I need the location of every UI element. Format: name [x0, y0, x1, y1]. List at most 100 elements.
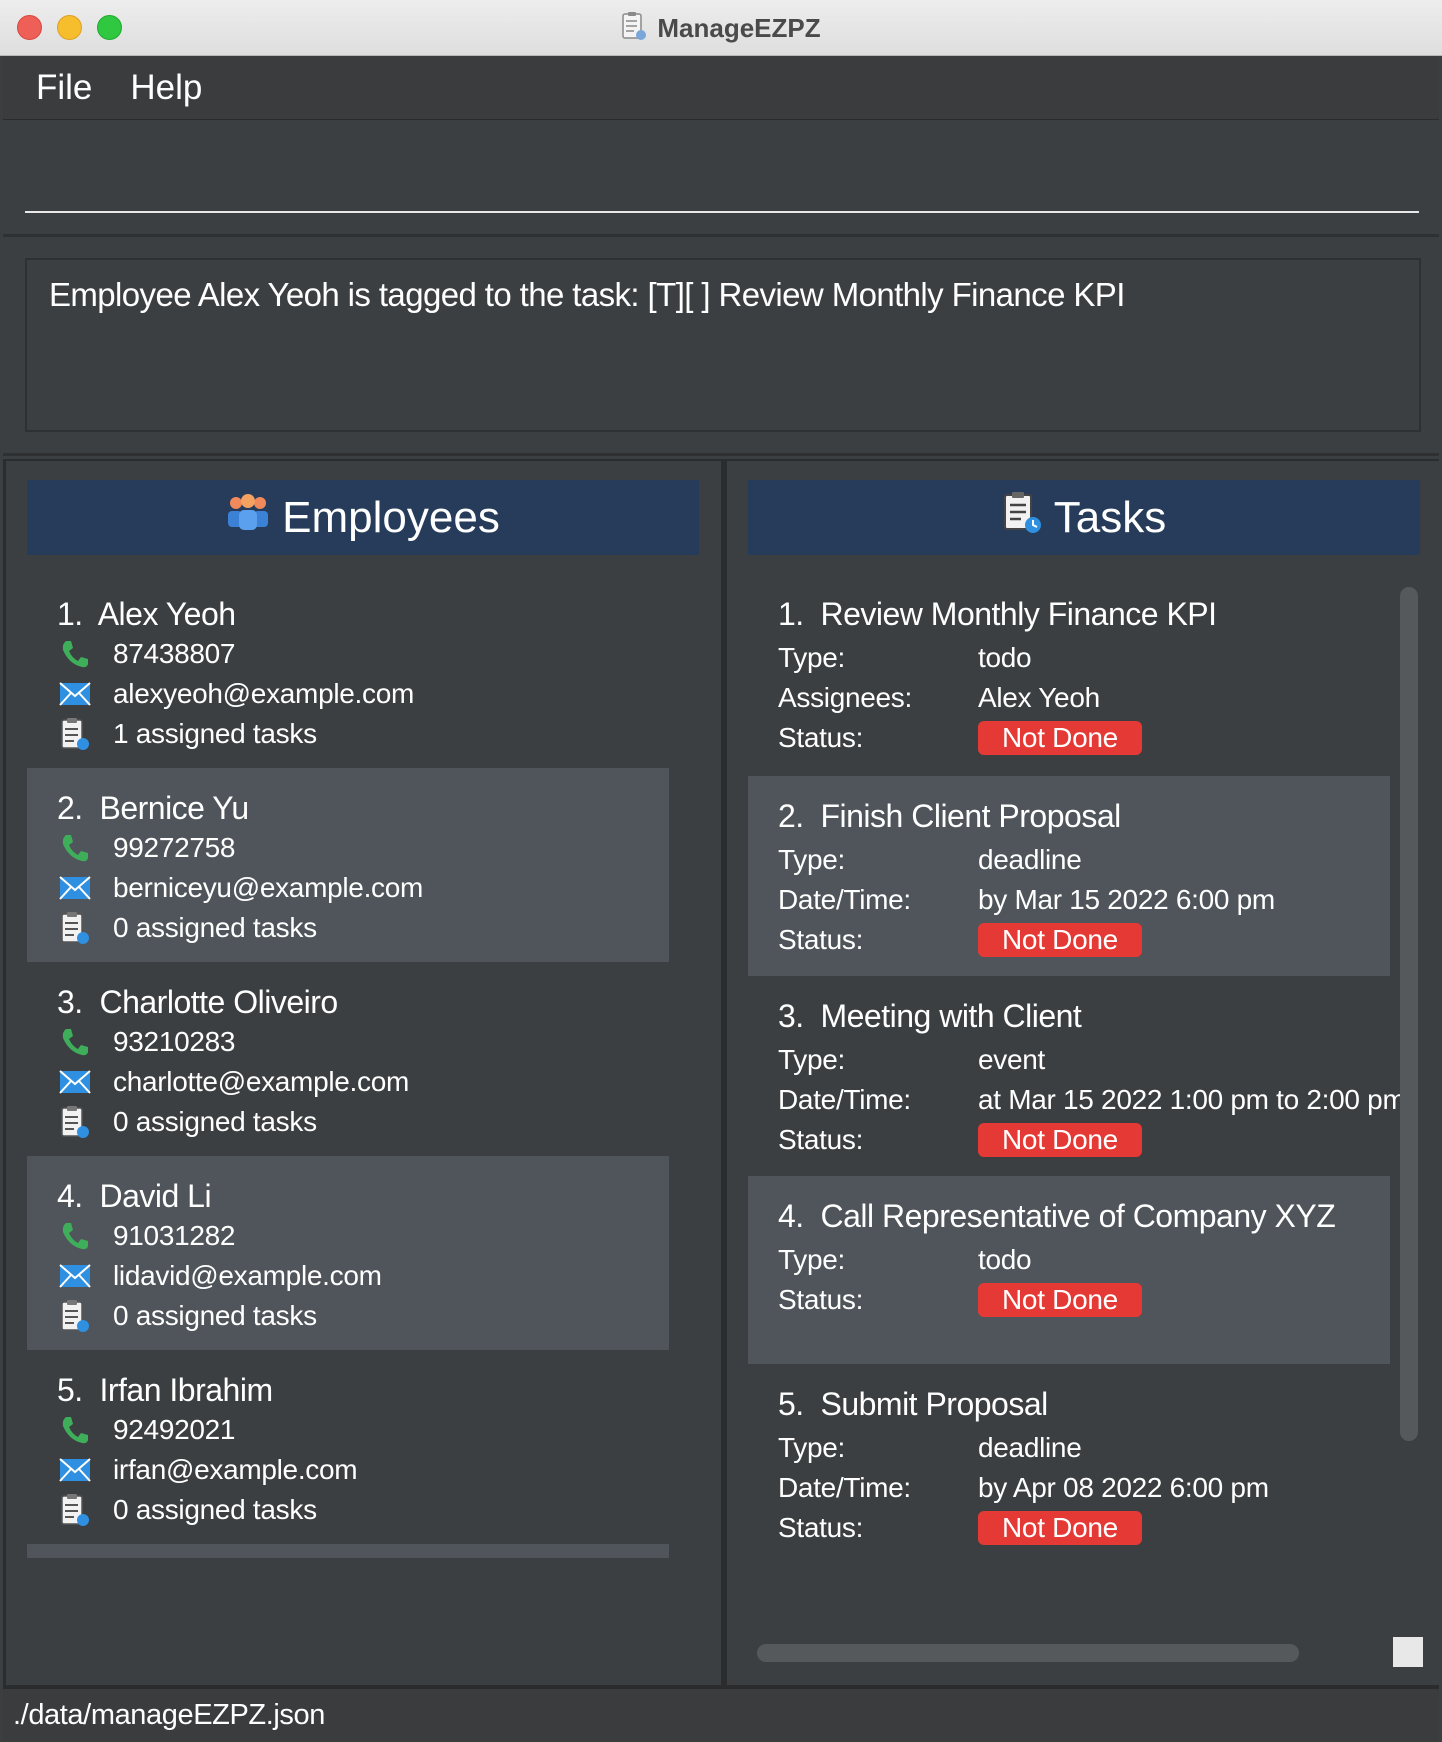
- employee-phone: 87438807: [113, 638, 236, 669]
- task-list[interactable]: 1. Review Monthly Finance KPI Type: todo…: [748, 574, 1420, 1632]
- employee-index: 5.: [57, 1372, 83, 1408]
- app-window: ManageEZPZ File Help Employee Alex Yeoh …: [0, 0, 1442, 1742]
- menu-file[interactable]: File: [36, 68, 92, 108]
- task-status-label: Status:: [778, 924, 864, 955]
- employee-email: lidavid@example.com: [113, 1260, 382, 1291]
- employee-name: Bernice Yu: [99, 790, 249, 826]
- employee-email: charlotte@example.com: [113, 1066, 410, 1097]
- task-card[interactable]: 2. Finish Client Proposal Type: deadline…: [748, 776, 1390, 976]
- employee-name-line: 3. Charlotte Oliveiro: [57, 984, 338, 1021]
- phone-icon: [57, 1024, 93, 1060]
- employee-tasks-row: 0 assigned tasks: [57, 1298, 317, 1334]
- task-list-icon: [57, 1104, 93, 1140]
- task-index: 4.: [778, 1198, 804, 1234]
- task-name: Call Representative of Company XYZ: [820, 1198, 1336, 1234]
- employee-phone-row: 87438807: [57, 636, 235, 672]
- employee-phone: 91031282: [113, 1220, 236, 1251]
- employee-index: 4.: [57, 1178, 83, 1214]
- employee-phone-row: 91031282: [57, 1218, 235, 1254]
- task-list-icon: [57, 910, 93, 946]
- task-name-line: 1. Review Monthly Finance KPI: [778, 596, 1217, 633]
- task-list-horizontal-scrollbar[interactable]: [757, 1644, 1299, 1662]
- menu-help[interactable]: Help: [130, 68, 202, 108]
- result-display-area: Employee Alex Yeoh is tagged to the task…: [3, 240, 1439, 456]
- task-card[interactable]: 4. Call Representative of Company XYZ Ty…: [748, 1176, 1390, 1364]
- employee-email-row: irfan@example.com: [57, 1452, 358, 1488]
- task-detail-value: todo: [978, 642, 1032, 673]
- task-status-row: Status: Not Done: [778, 720, 1142, 756]
- task-panel-title: Tasks: [1053, 492, 1167, 542]
- employee-list[interactable]: 1. Alex Yeoh 87438807 alexyeoh@example.c…: [27, 574, 699, 1666]
- employee-phone: 99272758: [113, 832, 236, 863]
- save-file-path: ./data/manageEZPZ.json: [13, 1699, 325, 1731]
- task-status-row: Status: Not Done: [778, 1122, 1142, 1158]
- phone-icon: [57, 1218, 93, 1254]
- task-status-label: Status:: [778, 1124, 864, 1155]
- task-name: Meeting with Client: [820, 998, 1082, 1034]
- command-input[interactable]: [25, 139, 1419, 213]
- task-detail-row: Type: todo: [778, 640, 1032, 676]
- window-title-group: ManageEZPZ: [0, 0, 1442, 56]
- task-detail-row: Type: deadline: [778, 1430, 1082, 1466]
- status-badge: Not Done: [978, 1511, 1142, 1545]
- menu-bar: File Help: [3, 56, 1439, 120]
- task-card[interactable]: 1. Review Monthly Finance KPI Type: todo…: [748, 574, 1390, 776]
- employee-card[interactable]: 1. Alex Yeoh 87438807 alexyeoh@example.c…: [27, 574, 669, 768]
- task-status-label: Status:: [778, 722, 864, 753]
- employee-index: 3.: [57, 984, 83, 1020]
- task-status-row: Status: Not Done: [778, 922, 1142, 958]
- window-title: ManageEZPZ: [657, 12, 821, 43]
- task-detail-row: Date/Time: by Mar 15 2022 6:00 pm: [778, 882, 1275, 918]
- employee-tasks-row: 0 assigned tasks: [57, 910, 317, 946]
- employee-assigned-tasks: 1 assigned tasks: [113, 718, 317, 749]
- employee-phone-row: 99272758: [57, 830, 235, 866]
- task-list-icon: [57, 1492, 93, 1528]
- task-index: 1.: [778, 596, 804, 632]
- task-name-line: 5. Submit Proposal: [778, 1386, 1048, 1423]
- task-detail-label: Type:: [778, 1432, 845, 1463]
- command-box-area: [3, 121, 1439, 237]
- task-card[interactable]: 5. Submit Proposal Type: deadline Date/T…: [748, 1364, 1390, 1564]
- task-name: Finish Client Proposal: [820, 798, 1121, 834]
- task-detail-label: Type:: [778, 1244, 845, 1275]
- people-icon: [226, 492, 270, 543]
- task-index: 3.: [778, 998, 804, 1034]
- employee-name-line: 4. David Li: [57, 1178, 212, 1215]
- employee-card[interactable]: 2. Bernice Yu 99272758 berniceyu@example…: [27, 768, 669, 962]
- task-detail-label: Date/Time:: [778, 884, 911, 915]
- status-badge: Not Done: [978, 1123, 1142, 1157]
- employee-index: 2.: [57, 790, 83, 826]
- status-badge: Not Done: [978, 721, 1142, 755]
- employee-email: alexyeoh@example.com: [113, 678, 415, 709]
- task-status-row: Status: Not Done: [778, 1510, 1142, 1546]
- task-card[interactable]: 3. Meeting with Client Type: event Date/…: [748, 976, 1406, 1176]
- employee-card-partial[interactable]: [27, 1544, 669, 1558]
- task-detail-row: Type: todo: [778, 1242, 1032, 1278]
- employee-name-line: 2. Bernice Yu: [57, 790, 249, 827]
- task-list-icon: [621, 11, 647, 46]
- lists-area: Employees 1. Alex Yeoh 87438807 alexyeoh…: [3, 459, 1439, 1687]
- employee-panel-header: Employees: [27, 480, 699, 555]
- phone-icon: [57, 830, 93, 866]
- task-name: Review Monthly Finance KPI: [820, 596, 1217, 632]
- result-display: Employee Alex Yeoh is tagged to the task…: [25, 258, 1421, 432]
- employee-phone-row: 92492021: [57, 1412, 235, 1448]
- employee-assigned-tasks: 0 assigned tasks: [113, 1300, 317, 1331]
- employee-card[interactable]: 3. Charlotte Oliveiro 93210283 charlotte…: [27, 962, 669, 1156]
- employee-card[interactable]: 4. David Li 91031282 lidavid@example.com…: [27, 1156, 669, 1350]
- employee-card[interactable]: 5. Irfan Ibrahim 92492021 irfan@example.…: [27, 1350, 669, 1544]
- task-detail-label: Type:: [778, 844, 845, 875]
- phone-icon: [57, 1412, 93, 1448]
- task-list-vertical-scrollbar[interactable]: [1400, 587, 1418, 1441]
- task-detail-row: Date/Time: at Mar 15 2022 1:00 pm to 2:0…: [778, 1082, 1406, 1118]
- task-detail-label: Date/Time:: [778, 1084, 911, 1115]
- scrollbar-corner: [1393, 1637, 1423, 1667]
- employee-email: berniceyu@example.com: [113, 872, 424, 903]
- employee-email-row: lidavid@example.com: [57, 1258, 382, 1294]
- status-badge: Not Done: [978, 1283, 1142, 1317]
- employee-email: irfan@example.com: [113, 1454, 358, 1485]
- status-badge: Not Done: [978, 923, 1142, 957]
- employee-index: 1.: [57, 596, 83, 632]
- employee-assigned-tasks: 0 assigned tasks: [113, 1494, 317, 1525]
- email-icon: [57, 1064, 93, 1100]
